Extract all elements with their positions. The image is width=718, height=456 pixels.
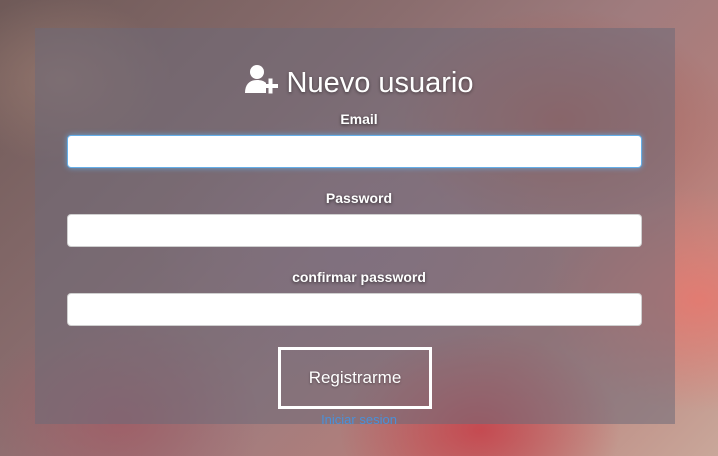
password-field[interactable] [67, 214, 642, 247]
user-plus-icon [244, 64, 279, 102]
email-field[interactable] [67, 135, 642, 168]
password-label: Password [325, 190, 393, 206]
email-label: Email [340, 111, 378, 127]
form-title: Nuevo usuario [0, 64, 718, 102]
login-link[interactable]: Iniciar sesion [0, 412, 718, 427]
register-button[interactable]: Registrarme [278, 347, 432, 409]
confirm-password-field[interactable] [67, 293, 642, 326]
form-title-text: Nuevo usuario [286, 66, 474, 99]
confirm-password-label: confirmar password [292, 269, 426, 285]
